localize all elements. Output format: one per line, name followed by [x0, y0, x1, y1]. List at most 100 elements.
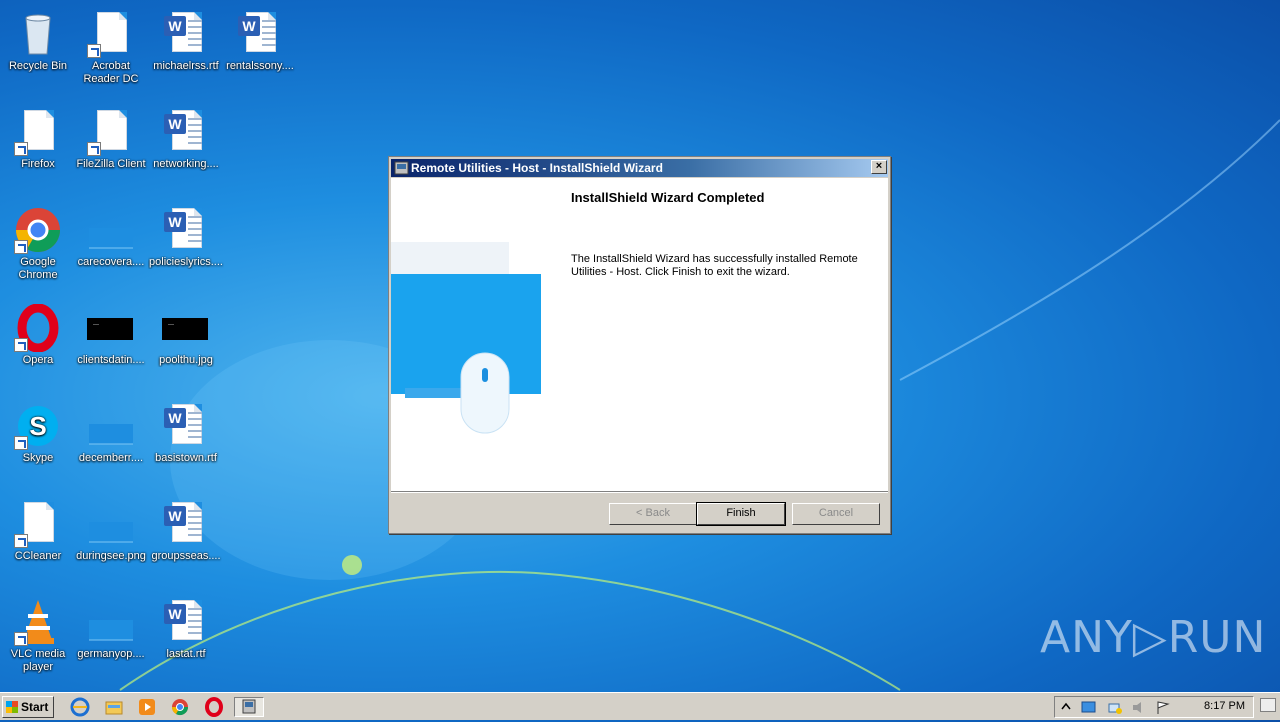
desktop-icon-label: Opera — [22, 354, 54, 366]
cancel-button[interactable]: Cancel — [792, 503, 880, 525]
word-document-icon: W — [236, 10, 284, 58]
desktop-icon[interactable]: FileZilla Client — [73, 108, 149, 171]
dialog-titlebar[interactable]: Remote Utilities - Host - InstallShield … — [391, 159, 888, 177]
desktop-icon[interactable]: decemberr.... — [73, 402, 149, 465]
black-image-thumbnail-icon — [162, 304, 210, 352]
dialog-title: Remote Utilities - Host - InstallShield … — [411, 161, 663, 175]
word-document-icon: W — [162, 10, 210, 58]
shortcut-arrow-icon — [87, 44, 101, 58]
desktop-icon[interactable]: Wgroupsseas.... — [148, 500, 224, 563]
start-button[interactable]: Start — [2, 696, 54, 718]
installer-icon — [242, 699, 256, 714]
desktop-icon[interactable]: Wlastat.rtf — [148, 598, 224, 661]
opera-icon[interactable] — [204, 697, 226, 717]
skype-icon: S — [14, 402, 62, 450]
desktop-icon-label: policieslyrics.... — [149, 256, 223, 268]
desktop-icon-label: Google Chrome — [18, 256, 58, 281]
volume-icon[interactable] — [1131, 700, 1147, 715]
desktop-icon-label: VLC media player — [10, 648, 66, 673]
desktop-icon-label: rentalssony.... — [226, 60, 294, 72]
shortcut-arrow-icon — [14, 338, 28, 352]
desktop-icon-label: duringsee.png — [76, 550, 146, 562]
recycle-bin-icon — [14, 10, 62, 58]
desktop-icon[interactable]: germanyop.... — [73, 598, 149, 661]
shortcut-arrow-icon — [14, 142, 28, 156]
internet-explorer-icon[interactable] — [70, 697, 92, 717]
desktop-icon[interactable]: Wnetworking.... — [148, 108, 224, 171]
word-document-icon: W — [162, 500, 210, 548]
word-document-icon: W — [162, 598, 210, 646]
desktop-icon[interactable]: CCleaner — [0, 500, 76, 563]
desktop-icon-label: groupsseas.... — [151, 550, 221, 562]
shortcut-arrow-icon — [14, 436, 28, 450]
desktop-icon-label: FileZilla Client — [76, 158, 146, 170]
desktop-icon[interactable]: clientsdatin.... — [73, 304, 149, 367]
svg-text:S: S — [29, 411, 46, 441]
shortcut-arrow-icon — [87, 142, 101, 156]
desktop-icon[interactable]: Wrentalssony.... — [222, 10, 298, 73]
media-player-icon[interactable] — [137, 697, 159, 717]
desktop-icon-label: germanyop.... — [77, 648, 145, 660]
desktop-icon[interactable]: Google Chrome — [0, 206, 76, 282]
desktop-icon-label: carecovera.... — [77, 256, 145, 268]
word-document-icon: W — [162, 206, 210, 254]
desktop-icon[interactable]: carecovera.... — [73, 206, 149, 269]
back-button[interactable]: < Back — [609, 503, 697, 525]
installshield-wizard-dialog: Remote Utilities - Host - InstallShield … — [388, 156, 891, 534]
desktop-icon-label: basistown.rtf — [155, 452, 217, 464]
desktop-icon[interactable]: duringsee.png — [73, 500, 149, 563]
black-image-thumbnail-icon — [87, 304, 135, 352]
desktop-icon-label: Acrobat Reader DC — [83, 60, 139, 85]
desktop-icon-label: networking.... — [153, 158, 219, 170]
blank-file-shortcut-icon — [87, 10, 135, 58]
word-document-icon: W — [162, 402, 210, 450]
clock[interactable]: 8:17 PM — [1204, 700, 1245, 712]
image-thumbnail-icon — [87, 402, 135, 450]
close-button[interactable]: × — [871, 160, 887, 174]
desktop-icon[interactable]: Wpolicieslyrics.... — [148, 206, 224, 269]
flag-icon[interactable] — [1155, 700, 1171, 715]
image-thumbnail-icon — [87, 206, 135, 254]
chevron-up-icon[interactable] — [1059, 700, 1075, 715]
desktop-icon-label: Firefox — [21, 158, 55, 170]
desktop-icon-label: lastat.rtf — [166, 648, 206, 660]
windows-logo-icon — [6, 701, 18, 713]
desktop-icon[interactable]: VLC media player — [0, 598, 76, 674]
desktop-icon[interactable]: Firefox — [0, 108, 76, 171]
desktop-icon[interactable]: Wmichaelrss.rtf — [148, 10, 224, 73]
taskbar: Start 8:17 PM — [0, 692, 1280, 720]
button-separator — [391, 491, 888, 493]
desktop-icon-label: CCleaner — [14, 550, 62, 562]
blank-file-shortcut-icon — [14, 500, 62, 548]
chrome-icon[interactable] — [170, 697, 192, 717]
start-label: Start — [21, 700, 49, 714]
show-desktop-button[interactable] — [1260, 698, 1276, 712]
action-center-icon[interactable] — [1081, 700, 1097, 715]
installer-icon — [394, 160, 410, 176]
desktop-icon[interactable]: Acrobat Reader DC — [73, 10, 149, 86]
opera-icon — [14, 303, 62, 353]
image-thumbnail-icon — [87, 598, 135, 646]
network-icon[interactable] — [1107, 700, 1123, 715]
installer-task-button[interactable] — [234, 697, 264, 717]
anyrun-watermark: ANY▷RUN — [1040, 612, 1267, 663]
desktop-icon[interactable]: Opera — [0, 303, 76, 367]
vlc-icon — [14, 598, 62, 646]
blank-file-shortcut-icon — [87, 108, 135, 156]
wizard-heading: InstallShield Wizard Completed — [571, 190, 765, 205]
system-tray: 8:17 PM — [1054, 696, 1254, 718]
desktop-icon[interactable]: Recycle Bin — [0, 10, 76, 73]
finish-button[interactable]: Finish — [696, 502, 786, 526]
desktop-icon-label: Skype — [22, 452, 54, 464]
desktop-icon[interactable]: poolthu.jpg — [148, 304, 224, 367]
wizard-graphic — [391, 242, 541, 434]
blank-file-shortcut-icon — [14, 108, 62, 156]
desktop-icon-label: poolthu.jpg — [159, 354, 213, 366]
desktop-icon[interactable]: Wbasistown.rtf — [148, 402, 224, 465]
desktop-icon-label: michaelrss.rtf — [153, 60, 219, 72]
file-explorer-icon[interactable] — [104, 697, 126, 717]
desktop-icon-label: clientsdatin.... — [77, 354, 145, 366]
wizard-message: The InstallShield Wizard has successfull… — [571, 253, 858, 278]
desktop-icon[interactable]: S Skype — [0, 402, 76, 465]
dialog-body: InstallShield Wizard Completed The Insta… — [391, 178, 888, 491]
